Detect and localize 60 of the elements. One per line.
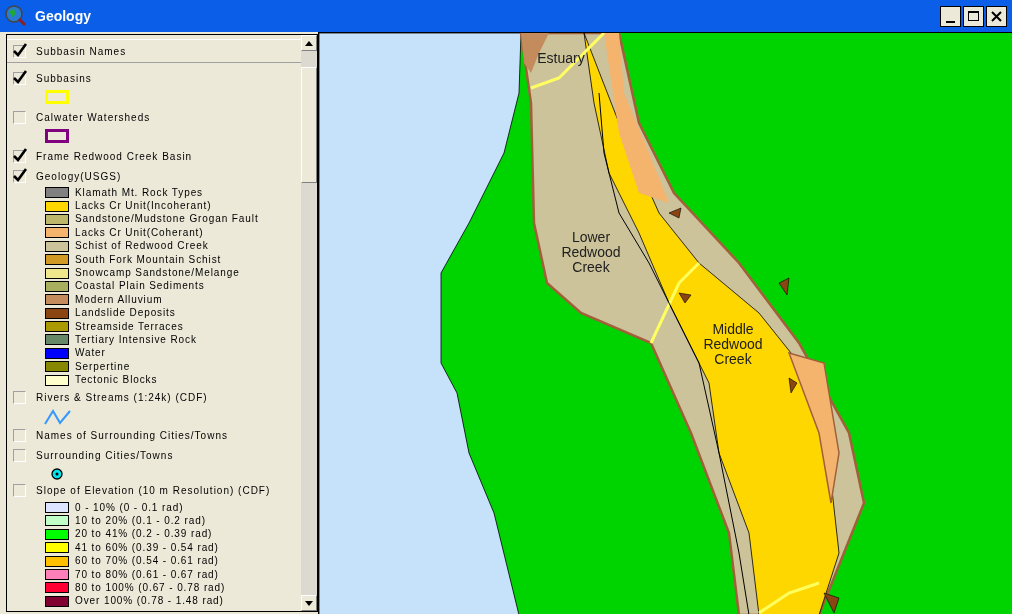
legend-label: Coastal Plain Sediments [75,281,205,292]
legend-label: Landslide Deposits [75,308,176,319]
map-label: Estuary [536,51,586,66]
legend-label: South Fork Mountain Schist [75,254,222,265]
legend-label: Over 100% (0.78 - 1.48 rad) [75,596,224,607]
legend-label: 60 to 70% (0.54 - 0.61 rad) [75,556,219,567]
legend-label: 70 to 80% (0.61 - 0.67 rad) [75,569,219,580]
close-icon [991,10,1002,22]
layer-row[interactable]: Subbasin Names [7,39,301,63]
maximize-button[interactable] [963,5,984,27]
scrollbar[interactable] [301,34,318,612]
layer-checkbox[interactable] [13,484,26,498]
map-label: Lower Redwood Creek [560,230,622,275]
layer-checkbox[interactable] [13,429,26,443]
map-label: Middle Redwood Creek [702,322,764,367]
globe-magnifier-icon [5,5,27,27]
layer-checkbox[interactable] [13,449,26,463]
layer-row[interactable]: Calwater Watersheds [7,108,301,126]
check-icon [13,167,28,183]
layer-checkbox[interactable] [13,391,26,405]
legend-label: Tertiary Intensive Rock [75,335,197,345]
legend-label: Schist of Redwood Creek [75,241,209,252]
scroll-thumb[interactable] [301,67,317,183]
legend-label: 20 to 41% (0.2 - 0.39 rad) [75,529,213,540]
check-icon [13,42,28,58]
close-button[interactable] [986,5,1007,27]
up-arrow-icon [305,40,313,46]
layer-checkbox[interactable] [13,169,26,183]
window-title: Geology [35,6,91,26]
scroll-up-button[interactable] [301,35,317,51]
layer-checkbox[interactable] [13,110,26,124]
legend-label: Sandstone/Mudstone Grogan Fault [75,214,259,225]
layer-row[interactable]: Geology(USGS) [7,167,301,185]
legend-label: Klamath Mt. Rock Types [75,187,203,198]
legend-label: Tectonic Blocks [75,375,158,386]
layer-row[interactable]: Rivers & Streams (1:24k) (CDF) [7,388,301,407]
legend-label: Streamside Terraces [75,321,184,332]
legend-label: Lacks Cr Unit(Coherant) [75,227,204,238]
check-icon [13,147,28,163]
legend-label: Modern Alluvium [75,294,163,305]
legend-label: Snowcamp Sandstone/Melange [75,268,240,279]
layer-row[interactable]: Slope of Elevation (10 m Resolution) (CDF) [7,481,301,500]
layer-row[interactable]: Frame Redwood Creek Basin [7,147,301,165]
legend-label: 41 to 60% (0.39 - 0.54 rad) [75,542,219,553]
layer-checkbox[interactable] [13,71,26,85]
legend-label: Serpertine [75,361,131,372]
layer-row[interactable]: Subbasins [7,69,301,87]
legend-label: 0 - 10% (0 - 0.1 rad) [75,502,184,513]
down-arrow-icon [305,600,313,606]
legend-label: 80 to 100% (0.67 - 0.78 rad) [75,582,226,593]
layer-row[interactable]: Names of Surrounding Cities/Towns [7,426,301,445]
layer-checkbox[interactable] [13,44,26,58]
legend-label: 10 to 20% (0.1 - 0.2 rad) [75,515,206,526]
layer-checkbox[interactable] [13,149,26,163]
scroll-down-button[interactable] [301,595,317,611]
layer-row[interactable]: Surrounding Cities/Towns [7,446,301,465]
legend-label: Lacks Cr Unit(Incoherant) [75,201,212,212]
legend-label: Water [75,348,106,359]
check-icon [13,69,28,85]
minimize-button[interactable] [940,5,961,27]
